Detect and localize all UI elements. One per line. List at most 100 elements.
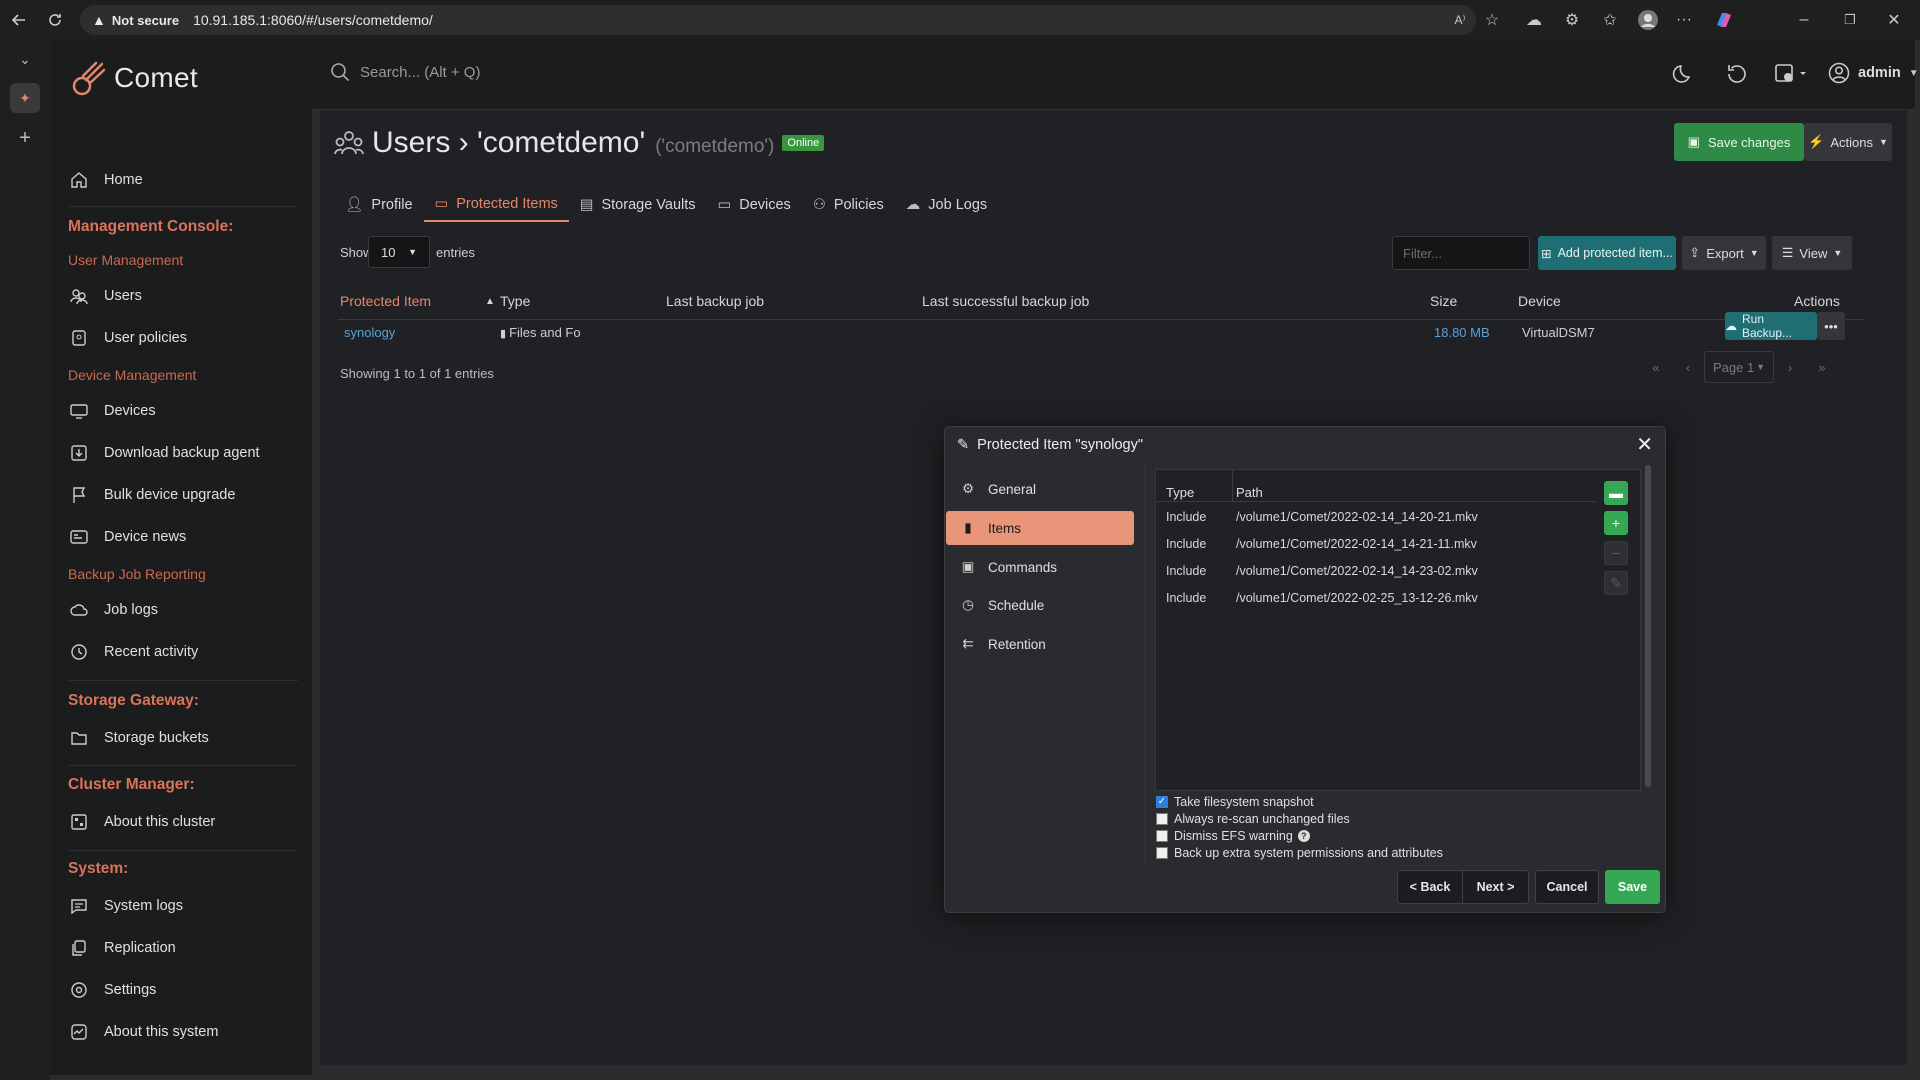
checkbox[interactable]: [1156, 813, 1168, 825]
option-dismiss-efs[interactable]: Dismiss EFS warning ?: [1156, 829, 1310, 843]
items-scrollbar[interactable]: [1645, 465, 1651, 787]
tab-policies[interactable]: ⚇ Policies: [802, 187, 895, 222]
list-item[interactable]: Include /volume1/Comet/2022-02-14_14-23-…: [1156, 564, 1596, 586]
user-menu[interactable]: admin ▼: [1828, 62, 1919, 84]
back-arrow-icon[interactable]: [0, 0, 38, 40]
edit-item-pencil-icon[interactable]: ✎: [1604, 571, 1628, 595]
column-header-last-backup[interactable]: Last backup job: [666, 293, 764, 309]
last-page-icon[interactable]: »: [1806, 360, 1838, 375]
run-backup-button[interactable]: ☁ Run Backup...: [1725, 312, 1817, 340]
retention-arrow-icon: ⇇: [962, 636, 974, 651]
server-selector-icon[interactable]: [1774, 62, 1810, 86]
browse-folder-icon[interactable]: ▬: [1604, 481, 1628, 505]
dialog-tab-items[interactable]: ▮ Items: [946, 511, 1134, 545]
sidebar-item-users[interactable]: Users: [68, 281, 298, 311]
extension-cloud-icon[interactable]: ☁: [1522, 8, 1546, 32]
page-select[interactable]: Page 1 ▼: [1704, 351, 1774, 383]
checkbox[interactable]: [1156, 847, 1168, 859]
refresh-icon[interactable]: [36, 0, 74, 40]
add-protected-item-button[interactable]: ⊞ Add protected item...: [1538, 236, 1676, 270]
column-header-last-success[interactable]: Last successful backup job: [922, 293, 1089, 309]
dialog-tab-general[interactable]: ⚙ General: [946, 472, 1134, 506]
tab-devices[interactable]: ▭ Devices: [707, 187, 802, 222]
comet-tab-icon[interactable]: ✦: [0, 78, 50, 118]
refresh-data-icon[interactable]: [1725, 62, 1749, 86]
save-button[interactable]: Save: [1605, 870, 1660, 904]
first-page-icon[interactable]: «: [1640, 360, 1672, 375]
sidebar-item-about-cluster[interactable]: About this cluster: [68, 807, 298, 837]
dialog-tab-schedule[interactable]: ◷ Schedule: [946, 588, 1134, 622]
cancel-button[interactable]: Cancel: [1535, 870, 1599, 904]
next-button[interactable]: Next >: [1463, 870, 1529, 904]
sidebar-item-system-logs[interactable]: System logs: [68, 891, 298, 921]
tab-job-logs[interactable]: ☁ Job Logs: [895, 187, 998, 222]
sidebar-item-user-policies[interactable]: User policies: [68, 323, 298, 353]
prev-page-icon[interactable]: ‹: [1672, 360, 1704, 375]
view-button[interactable]: ☰ View ▼: [1772, 236, 1852, 270]
remove-item-minus-icon[interactable]: −: [1604, 541, 1628, 565]
chevron-down-icon[interactable]: ⌄: [0, 40, 50, 78]
row-more-options-icon[interactable]: •••: [1817, 312, 1845, 340]
next-page-icon[interactable]: ›: [1774, 360, 1806, 375]
checkbox[interactable]: [1156, 830, 1168, 842]
close-window-icon[interactable]: ✕: [1882, 8, 1906, 32]
tab-profile[interactable]: 👤︎ Profile: [334, 187, 424, 222]
back-button[interactable]: < Back: [1397, 870, 1463, 904]
sidebar-item-device-news[interactable]: Device news: [68, 522, 298, 552]
read-aloud-icon[interactable]: A⁾: [1448, 8, 1472, 32]
button-label: Save changes: [1707, 134, 1791, 150]
list-item[interactable]: Include /volume1/Comet/2022-02-14_14-21-…: [1156, 537, 1596, 559]
item-path: /volume1/Comet/2022-02-14_14-21-11.mkv: [1236, 537, 1477, 551]
tab-protected-items[interactable]: ▭ Protected Items: [423, 187, 569, 222]
sidebar-item-bulk-upgrade[interactable]: Bulk device upgrade: [68, 480, 298, 510]
sidebar-item-home[interactable]: Home: [68, 165, 298, 195]
new-tab-plus-icon[interactable]: +: [0, 118, 50, 158]
dialog-tab-commands[interactable]: ▣ Commands: [946, 550, 1134, 584]
option-extra-permissions[interactable]: Back up extra system permissions and att…: [1156, 846, 1443, 860]
list-item[interactable]: Include /volume1/Comet/2022-02-25_13-12-…: [1156, 591, 1596, 613]
sidebar-item-job-logs[interactable]: Job logs: [68, 595, 298, 625]
tab-storage-vaults[interactable]: ▤ Storage Vaults: [569, 187, 707, 222]
sidebar-item-download-agent[interactable]: Download backup agent: [68, 438, 298, 468]
option-rescan-unchanged[interactable]: Always re-scan unchanged files: [1156, 812, 1350, 826]
list-item[interactable]: Include /volume1/Comet/2022-02-14_14-20-…: [1156, 510, 1596, 532]
favorite-star-icon[interactable]: ☆: [1480, 8, 1504, 32]
sidebar-label: Settings: [104, 982, 157, 998]
sidebar-item-about-system[interactable]: About this system: [68, 1017, 298, 1047]
column-header-size[interactable]: Size: [1430, 293, 1457, 309]
save-changes-button[interactable]: ▣ Save changes: [1674, 123, 1804, 161]
column-header-device[interactable]: Device: [1518, 293, 1561, 309]
export-button[interactable]: ⇪ Export ▼: [1682, 236, 1766, 270]
profile-avatar-icon[interactable]: [1636, 8, 1660, 32]
sidebar-item-devices[interactable]: Devices: [68, 396, 298, 426]
protected-item-link[interactable]: synology: [344, 325, 395, 340]
column-header-protected-item[interactable]: Protected Item: [340, 293, 431, 309]
item-rule-type: Include: [1166, 510, 1207, 524]
actions-dropdown-button[interactable]: ⚡ Actions ▼: [1804, 123, 1892, 161]
favorites-icon[interactable]: ✩: [1598, 8, 1622, 32]
sidebar-item-replication[interactable]: Replication: [68, 933, 298, 963]
help-question-icon[interactable]: ?: [1297, 830, 1310, 842]
page-size-select[interactable]: 10 ▼: [368, 236, 430, 268]
sidebar-item-storage-buckets[interactable]: Storage buckets: [68, 723, 298, 753]
copilot-icon[interactable]: [1712, 8, 1736, 32]
filter-input[interactable]: Filter...: [1392, 236, 1530, 270]
sidebar-item-recent-activity[interactable]: Recent activity: [68, 637, 298, 667]
dark-mode-moon-icon[interactable]: [1672, 62, 1696, 86]
close-icon[interactable]: ✕: [1636, 435, 1653, 455]
extensions-icon[interactable]: ⚙: [1560, 8, 1584, 32]
column-header-type[interactable]: Type: [500, 293, 530, 309]
dialog-tab-retention[interactable]: ⇇ Retention: [946, 627, 1134, 661]
address-bar[interactable]: ▲ Not secure 10.91.185.1:8060/#/users/co…: [80, 5, 1476, 35]
option-take-snapshot[interactable]: ✓ Take filesystem snapshot: [1156, 795, 1314, 809]
add-item-plus-icon[interactable]: +: [1604, 511, 1628, 535]
global-search[interactable]: Search... (Alt + Q): [330, 62, 480, 82]
comet-logo[interactable]: Comet: [68, 58, 198, 98]
more-menu-icon[interactable]: ···: [1672, 8, 1696, 32]
item-size[interactable]: 18.80 MB: [1434, 325, 1490, 340]
sidebar-item-settings[interactable]: Settings: [68, 975, 298, 1005]
file-icon: ▮: [500, 328, 507, 340]
minimize-icon[interactable]: –: [1792, 8, 1816, 32]
checkbox-checked[interactable]: ✓: [1156, 796, 1168, 808]
restore-icon[interactable]: ❐: [1838, 8, 1862, 32]
